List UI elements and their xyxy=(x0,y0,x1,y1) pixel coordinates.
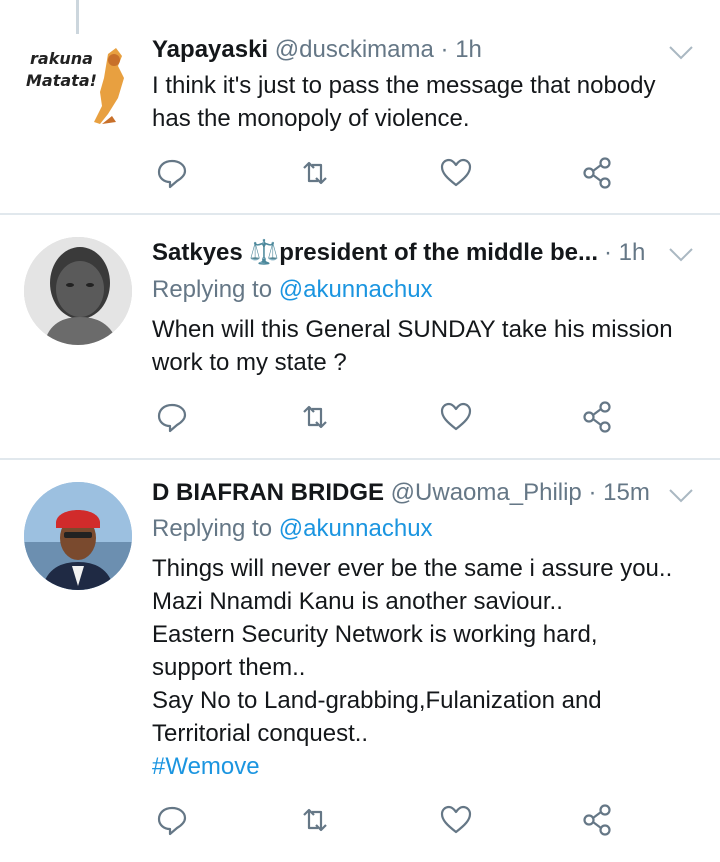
display-name[interactable]: Yapayaski xyxy=(152,36,268,63)
tweet-line: Territorial conquest.. xyxy=(152,720,369,747)
like-icon[interactable] xyxy=(439,400,473,434)
reply-icon[interactable] xyxy=(155,803,189,837)
like-icon[interactable] xyxy=(439,156,473,190)
display-name[interactable]: Satkyes ⚖️president of the middle be... xyxy=(152,239,598,266)
tweet-header: D BIAFRAN BRIDGE @Uwaoma_Philip · 15m xyxy=(152,476,670,510)
replying-to: Replying to @akunnachux xyxy=(152,512,433,546)
share-icon[interactable] xyxy=(581,156,615,190)
retweet-icon[interactable] xyxy=(298,803,332,837)
tweet-meta: · 1h xyxy=(604,236,670,270)
tweet-1[interactable]: rakuna Matata! Yapayaski @dusckimama · 1… xyxy=(0,0,720,213)
tweet-line: has the monopoly of violence. xyxy=(152,105,470,132)
replying-to-handle[interactable]: @akunnachux xyxy=(279,276,433,303)
tweet-line: When will this General SUNDAY take his m… xyxy=(152,316,673,343)
separator-dot: · xyxy=(604,239,612,266)
tweet-2[interactable]: Satkyes ⚖️president of the middle be... … xyxy=(0,215,720,458)
tweet-text: Things will never ever be the same i ass… xyxy=(152,552,690,783)
tweet-line: Say No to Land-grabbing,Fulanization and xyxy=(152,687,602,714)
tweet-header: Yapayaski @dusckimama · 1h xyxy=(152,33,670,67)
tweet-actions xyxy=(155,156,625,192)
tweet-line: support them.. xyxy=(152,654,306,681)
tweet-actions xyxy=(155,803,625,839)
tweet-3[interactable]: D BIAFRAN BRIDGE @Uwaoma_Philip · 15m Re… xyxy=(0,460,720,862)
timestamp[interactable]: 1h xyxy=(455,36,482,63)
handle[interactable]: @Uwaoma_Philip xyxy=(391,479,582,506)
tweet-actions xyxy=(155,400,625,436)
svg-text:Matata!: Matata! xyxy=(26,71,97,90)
chevron-down-icon[interactable] xyxy=(668,246,694,264)
replying-to-label: Replying to xyxy=(152,276,273,303)
chevron-down-icon[interactable] xyxy=(668,44,694,62)
like-icon[interactable] xyxy=(439,803,473,837)
share-icon[interactable] xyxy=(581,803,615,837)
tweet-line: Mazi Nnamdi Kanu is another saviour.. xyxy=(152,588,563,615)
hashtag-link[interactable]: #Wemove xyxy=(152,750,690,783)
replying-to: Replying to @akunnachux xyxy=(152,273,433,307)
separator-dot: · xyxy=(588,479,597,506)
reply-icon[interactable] xyxy=(155,156,189,190)
display-name[interactable]: D BIAFRAN BRIDGE xyxy=(152,479,384,506)
tweet-text: I think it's just to pass the message th… xyxy=(152,69,690,135)
handle[interactable]: @dusckimama xyxy=(275,36,434,63)
replying-to-label: Replying to xyxy=(152,515,273,542)
replying-to-handle[interactable]: @akunnachux xyxy=(279,515,433,542)
avatar[interactable] xyxy=(24,237,132,345)
retweet-icon[interactable] xyxy=(298,400,332,434)
timestamp[interactable]: 1h xyxy=(619,239,646,266)
tweet-line: work to my state ? xyxy=(152,349,347,376)
reply-icon[interactable] xyxy=(155,400,189,434)
avatar[interactable] xyxy=(24,482,132,590)
timestamp[interactable]: 15m xyxy=(603,479,650,506)
share-icon[interactable] xyxy=(581,400,615,434)
chevron-down-icon[interactable] xyxy=(668,487,694,505)
tweet-line: I think it's just to pass the message th… xyxy=(152,72,656,99)
svg-text:rakuna: rakuna xyxy=(30,49,93,68)
tweet-header: Satkyes ⚖️president of the middle be... xyxy=(152,236,640,270)
avatar[interactable]: rakuna Matata! xyxy=(22,34,132,144)
retweet-icon[interactable] xyxy=(298,156,332,190)
tweet-line: Things will never ever be the same i ass… xyxy=(152,555,673,582)
tweet-line: Eastern Security Network is working hard… xyxy=(152,621,598,648)
tweet-text: When will this General SUNDAY take his m… xyxy=(152,313,690,379)
separator-dot: · xyxy=(440,36,449,63)
